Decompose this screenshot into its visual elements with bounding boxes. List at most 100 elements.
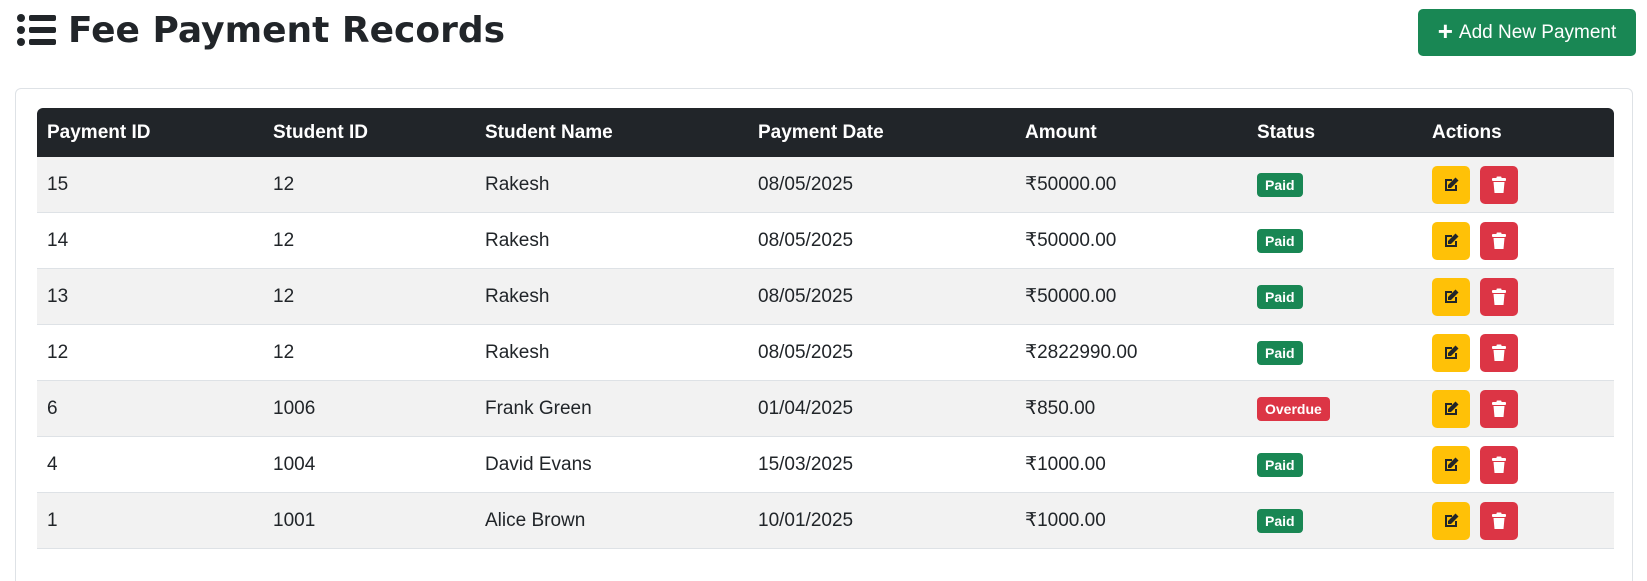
- payment-id-cell: 12: [47, 341, 69, 363]
- delete-button[interactable]: [1480, 221, 1518, 260]
- actions-cell: [1422, 501, 1614, 540]
- column-header-payment-id: Payment ID: [47, 121, 151, 143]
- edit-button[interactable]: [1432, 389, 1470, 428]
- list-icon: [17, 14, 56, 46]
- actions-cell: [1422, 389, 1614, 428]
- student-name-cell: Rakesh: [485, 173, 550, 195]
- status-cell: Paid: [1247, 284, 1422, 309]
- trash-icon: [1490, 232, 1508, 250]
- payment-date-cell: 08/05/2025: [758, 341, 854, 363]
- student-id-cell: 12: [273, 173, 295, 195]
- page-title: Fee Payment Records: [68, 9, 506, 51]
- column-header-payment-date: Payment Date: [758, 121, 884, 143]
- status-badge: Paid: [1257, 508, 1303, 533]
- edit-icon: [1442, 176, 1460, 194]
- student-id-cell: 12: [273, 341, 295, 363]
- actions-cell: [1422, 333, 1614, 372]
- column-header-status: Status: [1257, 121, 1316, 143]
- column-header-student-name: Student Name: [485, 121, 613, 143]
- column-header-student-id: Student ID: [273, 121, 368, 143]
- delete-button[interactable]: [1480, 333, 1518, 372]
- edit-icon: [1442, 288, 1460, 306]
- edit-button[interactable]: [1432, 221, 1470, 260]
- student-name-cell: Alice Brown: [485, 509, 586, 531]
- edit-icon: [1442, 232, 1460, 250]
- delete-button[interactable]: [1480, 165, 1518, 204]
- table-row: 14 12 Rakesh 08/05/2025 ₹50000.00 Paid: [37, 213, 1614, 269]
- payment-date-cell: 01/04/2025: [758, 397, 854, 419]
- edit-icon: [1442, 400, 1460, 418]
- delete-button[interactable]: [1480, 445, 1518, 484]
- delete-button[interactable]: [1480, 277, 1518, 316]
- amount-cell: ₹50000.00: [1025, 230, 1117, 251]
- student-name-cell: Rakesh: [485, 229, 550, 251]
- payment-id-cell: 1: [47, 509, 58, 531]
- student-id-cell: 12: [273, 285, 295, 307]
- plus-icon: +: [1437, 16, 1453, 46]
- status-cell: Paid: [1247, 228, 1422, 253]
- add-new-payment-button[interactable]: + Add New Payment: [1418, 9, 1636, 56]
- payment-date-cell: 08/05/2025: [758, 285, 854, 307]
- edit-button[interactable]: [1432, 445, 1470, 484]
- table-body: 15 12 Rakesh 08/05/2025 ₹50000.00 Paid 1 4 12 Rak…: [37, 157, 1614, 549]
- payment-date-cell: 08/05/2025: [758, 229, 854, 251]
- trash-icon: [1490, 512, 1508, 530]
- status-badge: Paid: [1257, 340, 1303, 365]
- delete-button[interactable]: [1480, 501, 1518, 540]
- edit-icon: [1442, 344, 1460, 362]
- actions-cell: [1422, 277, 1614, 316]
- student-id-cell: 1006: [273, 397, 316, 419]
- status-cell: Paid: [1247, 340, 1422, 365]
- status-badge: Paid: [1257, 452, 1303, 477]
- edit-icon: [1442, 456, 1460, 474]
- actions-cell: [1422, 165, 1614, 204]
- table-row: 1 1001 Alice Brown 10/01/2025 ₹1000.00 Paid: [37, 493, 1614, 549]
- student-name-cell: Frank Green: [485, 397, 592, 419]
- payment-id-cell: 4: [47, 453, 58, 475]
- student-name-cell: Rakesh: [485, 341, 550, 363]
- amount-cell: ₹50000.00: [1025, 286, 1117, 307]
- status-cell: Paid: [1247, 172, 1422, 197]
- edit-button[interactable]: [1432, 501, 1470, 540]
- page-header: Fee Payment Records + Add New Payment: [0, 0, 1647, 80]
- table-row: 4 1004 David Evans 15/03/2025 ₹1000.00 Paid: [37, 437, 1614, 493]
- trash-icon: [1490, 344, 1508, 362]
- amount-cell: ₹850.00: [1025, 398, 1096, 419]
- amount-cell: ₹2822990.00: [1025, 342, 1138, 363]
- add-new-payment-label: Add New Payment: [1458, 21, 1617, 43]
- actions-cell: [1422, 221, 1614, 260]
- payment-date-cell: 08/05/2025: [758, 173, 854, 195]
- column-header-actions: Actions: [1432, 121, 1502, 143]
- payment-id-cell: 6: [47, 397, 58, 419]
- table-row: 15 12 Rakesh 08/05/2025 ₹50000.00 Paid: [37, 157, 1614, 213]
- trash-icon: [1490, 456, 1508, 474]
- title-group: Fee Payment Records: [17, 4, 505, 56]
- trash-icon: [1490, 288, 1508, 306]
- student-id-cell: 1001: [273, 509, 316, 531]
- table-row: 12 12 Rakesh 08/05/2025 ₹2822990.00 Paid: [37, 325, 1614, 381]
- status-cell: Paid: [1247, 452, 1422, 477]
- edit-icon: [1442, 512, 1460, 530]
- page: Fee Payment Records + Add New Payment Pa…: [0, 0, 1647, 581]
- student-id-cell: 1004: [273, 453, 316, 475]
- status-badge: Paid: [1257, 284, 1303, 309]
- table-row: 13 12 Rakesh 08/05/2025 ₹50000.00 Paid: [37, 269, 1614, 325]
- edit-button[interactable]: [1432, 277, 1470, 316]
- status-badge: Paid: [1257, 172, 1303, 197]
- status-cell: Overdue: [1247, 396, 1422, 421]
- status-badge: Overdue: [1257, 396, 1330, 421]
- payment-id-cell: 15: [47, 173, 69, 195]
- actions-cell: [1422, 445, 1614, 484]
- student-name-cell: David Evans: [485, 453, 592, 475]
- delete-button[interactable]: [1480, 389, 1518, 428]
- status-badge: Paid: [1257, 228, 1303, 253]
- payment-date-cell: 15/03/2025: [758, 453, 854, 475]
- table-row: 6 1006 Frank Green 01/04/2025 ₹850.00 Overdue: [37, 381, 1614, 437]
- column-header-amount: Amount: [1025, 121, 1097, 143]
- edit-button[interactable]: [1432, 165, 1470, 204]
- records-card: Payment ID Student ID Student Name Payme…: [15, 88, 1633, 581]
- amount-cell: ₹50000.00: [1025, 174, 1117, 195]
- edit-button[interactable]: [1432, 333, 1470, 372]
- payment-date-cell: 10/01/2025: [758, 509, 854, 531]
- trash-icon: [1490, 176, 1508, 194]
